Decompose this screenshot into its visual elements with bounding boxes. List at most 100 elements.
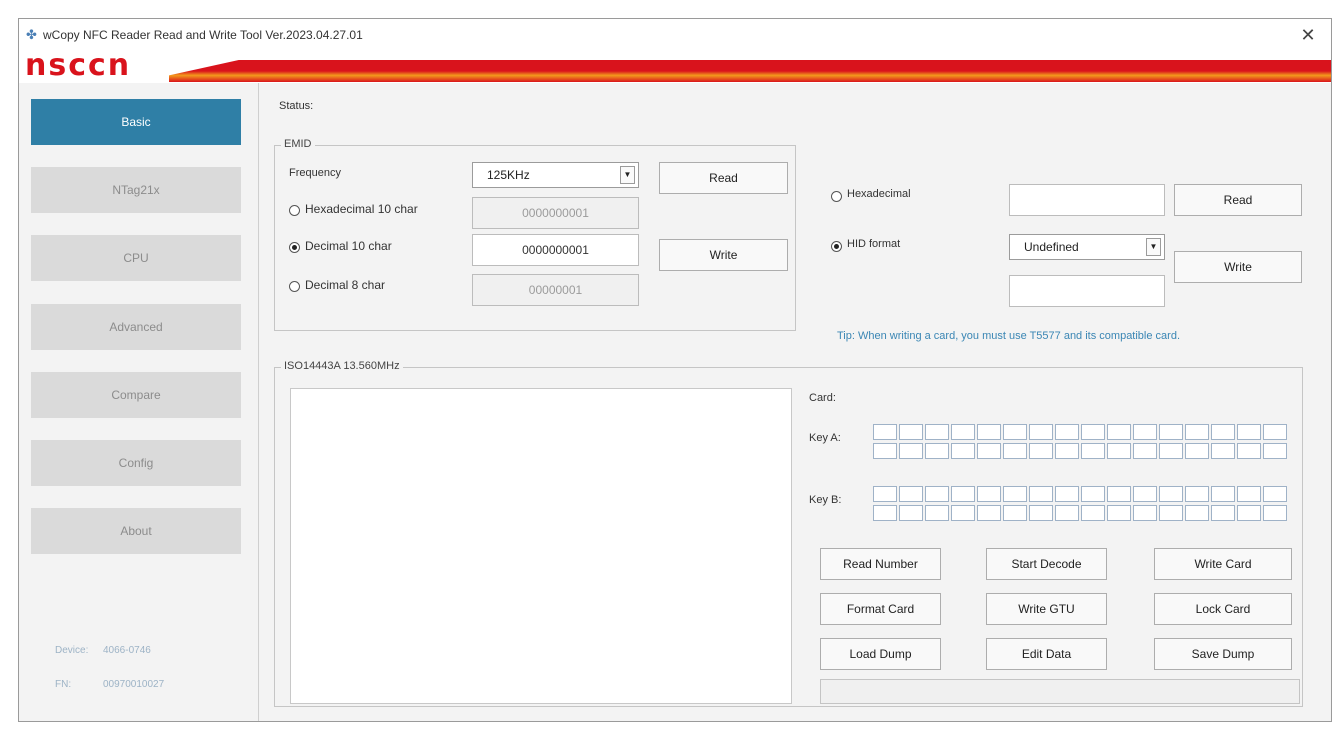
- key-byte-cell[interactable]: [1133, 424, 1157, 440]
- key-a-grid[interactable]: [873, 424, 1287, 459]
- key-byte-cell[interactable]: [1003, 424, 1027, 440]
- load-dump-button[interactable]: Load Dump: [820, 638, 941, 670]
- key-byte-cell[interactable]: [925, 486, 949, 502]
- key-byte-cell[interactable]: [1159, 486, 1183, 502]
- key-byte-cell[interactable]: [951, 443, 975, 459]
- key-byte-cell[interactable]: [1185, 505, 1209, 521]
- key-byte-cell[interactable]: [1081, 443, 1105, 459]
- edit-data-button[interactable]: Edit Data: [986, 638, 1107, 670]
- hid-format-select[interactable]: Undefined ▼: [1009, 234, 1165, 260]
- start-decode-button[interactable]: Start Decode: [986, 548, 1107, 580]
- dec10-radio[interactable]: [289, 242, 300, 253]
- key-byte-cell[interactable]: [1237, 486, 1261, 502]
- hid-format-radio[interactable]: [831, 241, 842, 252]
- lock-card-button[interactable]: Lock Card: [1154, 593, 1292, 625]
- key-byte-cell[interactable]: [1107, 424, 1131, 440]
- key-byte-cell[interactable]: [1263, 443, 1287, 459]
- key-byte-cell[interactable]: [951, 486, 975, 502]
- key-byte-cell[interactable]: [1055, 505, 1079, 521]
- key-byte-cell[interactable]: [1029, 486, 1053, 502]
- key-byte-cell[interactable]: [977, 443, 1001, 459]
- key-byte-cell[interactable]: [977, 505, 1001, 521]
- key-byte-cell[interactable]: [977, 424, 1001, 440]
- key-byte-cell[interactable]: [1107, 486, 1131, 502]
- key-byte-cell[interactable]: [925, 424, 949, 440]
- write-card-button[interactable]: Write Card: [1154, 548, 1292, 580]
- emid-write-button[interactable]: Write: [659, 239, 788, 271]
- key-byte-cell[interactable]: [1029, 505, 1053, 521]
- brand-stripe: [169, 60, 1331, 82]
- key-byte-cell[interactable]: [1055, 443, 1079, 459]
- hex10-radio[interactable]: [289, 205, 300, 216]
- dec10-input[interactable]: 0000000001: [472, 234, 639, 266]
- key-byte-cell[interactable]: [1237, 505, 1261, 521]
- sidebar-item-basic[interactable]: Basic: [31, 99, 241, 145]
- key-byte-cell[interactable]: [1081, 505, 1105, 521]
- key-byte-cell[interactable]: [1107, 505, 1131, 521]
- save-dump-button[interactable]: Save Dump: [1154, 638, 1292, 670]
- key-byte-cell[interactable]: [951, 424, 975, 440]
- key-byte-cell[interactable]: [1133, 443, 1157, 459]
- dec8-radio[interactable]: [289, 281, 300, 292]
- sidebar-item-ntag21x[interactable]: NTag21x: [31, 167, 241, 213]
- key-byte-cell[interactable]: [925, 505, 949, 521]
- key-byte-cell[interactable]: [1211, 486, 1235, 502]
- key-byte-cell[interactable]: [1263, 424, 1287, 440]
- key-byte-cell[interactable]: [899, 505, 923, 521]
- key-byte-cell[interactable]: [1003, 486, 1027, 502]
- key-byte-cell[interactable]: [899, 424, 923, 440]
- key-byte-cell[interactable]: [1133, 505, 1157, 521]
- key-byte-cell[interactable]: [1081, 486, 1105, 502]
- key-byte-cell[interactable]: [1055, 424, 1079, 440]
- sidebar-item-advanced[interactable]: Advanced: [31, 304, 241, 350]
- key-byte-cell[interactable]: [1237, 424, 1261, 440]
- write-gtu-button[interactable]: Write GTU: [986, 593, 1107, 625]
- key-byte-cell[interactable]: [899, 486, 923, 502]
- key-byte-cell[interactable]: [977, 486, 1001, 502]
- close-icon[interactable]: ✕: [1295, 23, 1321, 47]
- key-byte-cell[interactable]: [925, 443, 949, 459]
- key-byte-cell[interactable]: [1185, 486, 1209, 502]
- key-byte-cell[interactable]: [873, 486, 897, 502]
- frequency-select[interactable]: 125KHz ▼: [472, 162, 639, 188]
- sidebar-item-compare[interactable]: Compare: [31, 372, 241, 418]
- key-byte-cell[interactable]: [1055, 486, 1079, 502]
- sidebar-item-config[interactable]: Config: [31, 440, 241, 486]
- key-byte-cell[interactable]: [1003, 505, 1027, 521]
- key-byte-cell[interactable]: [873, 424, 897, 440]
- hid-read-button[interactable]: Read: [1174, 184, 1302, 216]
- key-byte-cell[interactable]: [1133, 486, 1157, 502]
- key-byte-cell[interactable]: [1263, 505, 1287, 521]
- key-byte-cell[interactable]: [1159, 505, 1183, 521]
- emid-read-button[interactable]: Read: [659, 162, 788, 194]
- read-number-button[interactable]: Read Number: [820, 548, 941, 580]
- key-byte-cell[interactable]: [1237, 443, 1261, 459]
- sidebar-item-cpu[interactable]: CPU: [31, 235, 241, 281]
- data-textarea[interactable]: [290, 388, 792, 704]
- key-byte-cell[interactable]: [1107, 443, 1131, 459]
- key-byte-cell[interactable]: [1159, 424, 1183, 440]
- sidebar-item-about[interactable]: About: [31, 508, 241, 554]
- key-byte-cell[interactable]: [1211, 443, 1235, 459]
- key-byte-cell[interactable]: [1003, 443, 1027, 459]
- key-byte-cell[interactable]: [1081, 424, 1105, 440]
- key-byte-cell[interactable]: [1211, 424, 1235, 440]
- key-byte-cell[interactable]: [1263, 486, 1287, 502]
- hex-output-field[interactable]: [1009, 184, 1165, 216]
- key-byte-cell[interactable]: [899, 443, 923, 459]
- format-card-button[interactable]: Format Card: [820, 593, 941, 625]
- key-byte-cell[interactable]: [1029, 424, 1053, 440]
- key-byte-cell[interactable]: [873, 443, 897, 459]
- hid-write-button[interactable]: Write: [1174, 251, 1302, 283]
- hexadecimal-radio[interactable]: [831, 191, 842, 202]
- key-byte-cell[interactable]: [1185, 443, 1209, 459]
- card-label: Card:: [809, 392, 836, 404]
- key-byte-cell[interactable]: [873, 505, 897, 521]
- key-byte-cell[interactable]: [951, 505, 975, 521]
- key-byte-cell[interactable]: [1029, 443, 1053, 459]
- key-byte-cell[interactable]: [1159, 443, 1183, 459]
- key-b-grid[interactable]: [873, 486, 1287, 521]
- hid-input-field[interactable]: [1009, 275, 1165, 307]
- key-byte-cell[interactable]: [1211, 505, 1235, 521]
- key-byte-cell[interactable]: [1185, 424, 1209, 440]
